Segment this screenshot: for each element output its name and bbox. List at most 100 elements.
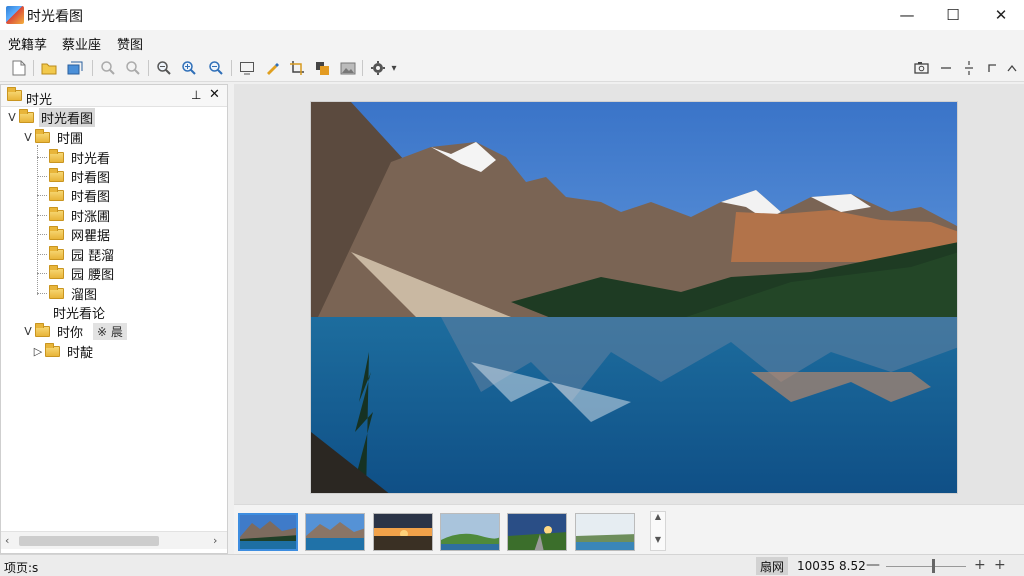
gallery-icon[interactable] [339, 59, 357, 77]
zoom-out-button[interactable]: — [866, 557, 880, 573]
thumbnail-green-hills[interactable] [440, 513, 500, 551]
settings-dropdown-icon[interactable]: ▾ [389, 59, 399, 77]
fit-window-icon[interactable] [238, 59, 256, 77]
tree-node-child[interactable]: 园 琵溜 [49, 245, 116, 264]
scroll-up-icon[interactable]: ▲ [651, 512, 665, 521]
tree-guide-line [37, 254, 47, 255]
zoom-out-icon[interactable] [155, 59, 173, 77]
zoom-fit-icon[interactable] [207, 59, 225, 77]
tree-node-child[interactable]: 时光看 [49, 148, 112, 167]
filmstrip-scrollbar[interactable]: ▲ ▼ [650, 511, 666, 551]
window-title: 时光看图 [27, 9, 83, 25]
thumbnail-strip: ▲ ▼ [234, 504, 1024, 554]
tree-node-child[interactable]: 时看图 [49, 186, 112, 205]
menu-item-edit[interactable]: 蔡业座 [62, 34, 101, 53]
title-bar: 时光看图 — ☐ ✕ [0, 0, 1024, 30]
folder-icon [7, 87, 22, 101]
thumbnail-lake-view[interactable] [575, 513, 635, 551]
thumbnail-mountain-lake[interactable] [238, 513, 298, 551]
expand-toggle-icon[interactable]: V [21, 131, 35, 144]
tree-node-folder[interactable]: V 时圃 [21, 128, 85, 147]
thumbnail-sunset[interactable] [373, 513, 433, 551]
tree-node-child[interactable]: 网瞿据 [49, 225, 112, 244]
tree-node-label: 时光看论 [53, 306, 106, 322]
folder-icon [49, 167, 64, 182]
expand-toggle-icon[interactable]: V [21, 325, 35, 338]
folder-icon [49, 284, 64, 299]
folder-icon [49, 225, 64, 240]
tree-node-label: 时光看 [71, 151, 111, 167]
zoom-in-icon[interactable] [180, 59, 198, 77]
menu-item-file[interactable]: 党籍莩 [8, 34, 47, 53]
folder-icon [49, 264, 64, 279]
folder-icon [49, 186, 64, 201]
tree-node-label: 时涨圃 [71, 209, 111, 225]
folder-icon [49, 245, 64, 260]
scroll-left-icon[interactable]: ‹ [5, 534, 9, 547]
tree-node-child[interactable]: 时看图 [49, 167, 112, 186]
tree-node-tag: ※ 晨 [93, 322, 127, 340]
tree-node-child[interactable]: 时涨圃 [49, 206, 112, 225]
panel-close-icon[interactable]: ✕ [209, 87, 220, 102]
tree-node-label: 时看图 [71, 189, 111, 205]
tree-guide-line [37, 176, 47, 177]
open-folder-icon[interactable] [40, 59, 58, 77]
crop-icon[interactable] [288, 59, 306, 77]
main-photo[interactable] [310, 101, 958, 494]
status-bar: 项页:s 扇网 10035 8.52 — + + [0, 554, 1024, 576]
color-icon[interactable] [313, 59, 331, 77]
status-badge: 扇网 [756, 557, 789, 575]
zoom-slider[interactable] [886, 566, 966, 567]
zoom-max-button[interactable]: + [994, 557, 1006, 573]
zoom-slider-thumb[interactable] [932, 559, 935, 573]
collapse-icon[interactable] [1003, 59, 1021, 77]
folder-icon [35, 322, 50, 337]
menu-item-view[interactable]: 赞图 [117, 34, 143, 53]
folder-tree-panel: 时光 ⊥ ✕ V 时光看图 V 时圃 时光看 时看图 时看图 时涨圃 网瞿据 园… [0, 84, 228, 554]
corner-icon[interactable] [983, 59, 1001, 77]
scroll-right-icon[interactable]: › [213, 534, 217, 547]
split-icon[interactable] [960, 59, 978, 77]
tree-node-label: 园 腰图 [71, 267, 115, 283]
tree-guide-line [37, 195, 47, 196]
expand-toggle-icon[interactable]: V [5, 111, 19, 124]
maximize-button[interactable]: ☐ [930, 0, 976, 30]
minus-icon[interactable] [937, 59, 955, 77]
thumbnail-sunrise-road[interactable] [507, 513, 567, 551]
toolbar-separator [33, 60, 34, 76]
tree-node-root[interactable]: V 时光看图 [5, 107, 96, 127]
folder-icon [45, 342, 60, 357]
close-button[interactable]: ✕ [978, 0, 1024, 30]
panel-title: 时光 [26, 93, 53, 108]
new-file-icon[interactable] [10, 59, 28, 77]
tree-node-item[interactable]: 时光看论 [51, 303, 107, 322]
horizontal-scrollbar[interactable]: ‹ › [1, 531, 227, 549]
tree-node-label: 时靛 [67, 345, 94, 361]
toolbar-separator [92, 60, 93, 76]
tree-guide-line [37, 293, 47, 294]
scroll-down-icon[interactable]: ▼ [651, 535, 665, 544]
image-size-text: 10035 8.52 [797, 559, 866, 573]
zoom-in-button[interactable]: + [974, 557, 986, 573]
screenshot-icon[interactable] [913, 59, 931, 77]
pen-icon[interactable] [263, 59, 281, 77]
tree-node-label: 时光看图 [39, 107, 96, 127]
open-3d-icon[interactable] [66, 59, 84, 77]
image-viewer [234, 84, 1024, 504]
scrollbar-thumb[interactable] [19, 536, 159, 546]
folder-icon [19, 108, 34, 123]
settings-icon[interactable] [369, 59, 387, 77]
tree-guide-line [37, 273, 47, 274]
zoom-icon[interactable] [99, 59, 117, 77]
tree-node-child[interactable]: 园 腰图 [49, 264, 116, 283]
expand-toggle-icon[interactable]: ▷ [31, 345, 45, 358]
tree-node-folder[interactable]: ▷ 时靛 [31, 342, 95, 361]
tree-node-label: 网瞿据 [71, 228, 111, 244]
tree-node-folder[interactable]: V 时你 ※ 晨 [21, 322, 127, 341]
search-icon[interactable] [124, 59, 142, 77]
pin-icon[interactable]: ⊥ [191, 88, 201, 102]
tree-node-child[interactable]: 溜图 [49, 284, 99, 303]
thumbnail-mountain-lake-2[interactable] [305, 513, 365, 551]
tree-node-label: 溜图 [71, 287, 98, 303]
minimize-button[interactable]: — [884, 0, 930, 30]
